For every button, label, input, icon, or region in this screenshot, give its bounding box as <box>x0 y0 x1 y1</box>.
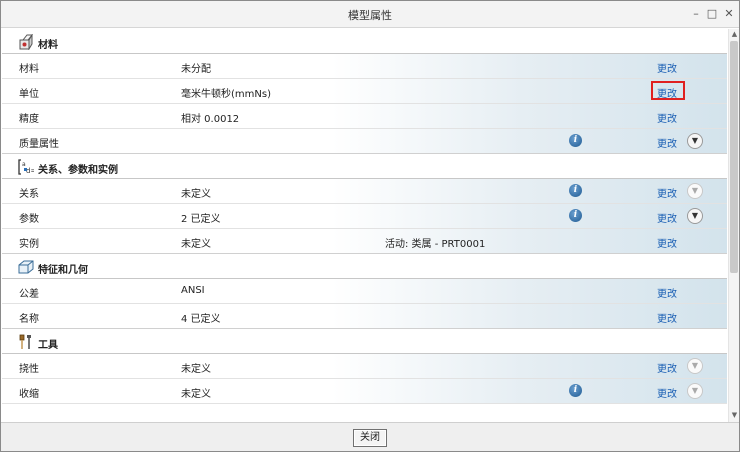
row-label: 参数 <box>19 214 39 225</box>
row-mass-properties: 质量属性 i 更改 ▼ <box>2 129 727 154</box>
row-label: 精度 <box>19 114 39 125</box>
section-title-materials: 材料 <box>38 40 58 51</box>
row-tolerance: 公差 ANSI 更改 <box>2 279 727 304</box>
scroll-down-icon[interactable]: ▼ <box>730 411 739 420</box>
change-material-link[interactable]: 更改 <box>657 60 677 75</box>
row-label: 实例 <box>19 239 39 250</box>
info-icon[interactable]: i <box>569 384 582 397</box>
features-icon <box>18 260 34 274</box>
change-accuracy-link[interactable]: 更改 <box>657 110 677 125</box>
dialog-footer: 关闭 <box>1 422 739 451</box>
section-title-tools: 工具 <box>38 340 58 351</box>
row-label: 挠性 <box>19 364 39 375</box>
expand-chevron-icon[interactable]: ▼ <box>687 183 703 199</box>
row-names: 名称 4 已定义 更改 <box>2 304 727 329</box>
row-value: 毫米牛顿秒(mmNs) <box>181 89 271 100</box>
section-tools: 工具 <box>2 329 727 354</box>
row-label: 公差 <box>19 289 39 300</box>
relations-icon: a d= <box>18 159 34 175</box>
title-bar[interactable]: 模型属性 – □ ✕ <box>1 1 739 28</box>
row-value: 2 已定义 <box>181 214 221 225</box>
close-button[interactable]: 关闭 <box>353 429 387 447</box>
change-flexibility-link[interactable]: 更改 <box>657 360 677 375</box>
expand-chevron-icon[interactable]: ▼ <box>687 208 703 224</box>
scroll-up-icon[interactable]: ▲ <box>730 30 739 39</box>
section-materials: 材料 <box>2 29 727 54</box>
row-material: 材料 未分配 更改 <box>2 54 727 79</box>
row-shrinkage: 收缩 未定义 i 更改 ▼ <box>2 379 727 404</box>
row-label: 单位 <box>19 89 39 100</box>
row-label: 收缩 <box>19 389 39 400</box>
section-title-relations: 关系、参数和实例 <box>38 165 118 176</box>
change-shrinkage-link[interactable]: 更改 <box>657 385 677 400</box>
row-accuracy: 精度 相对 0.0012 更改 <box>2 104 727 129</box>
properties-panel: 材料 材料 未分配 更改 单位 毫米牛顿秒(mmNs) 更改 精度 相对 0.0… <box>2 29 727 422</box>
row-value: 未定义 <box>181 389 211 400</box>
minimize-icon[interactable]: – <box>689 7 703 21</box>
row-value: 4 已定义 <box>181 314 221 325</box>
row-parameters: 参数 2 已定义 i 更改 ▼ <box>2 204 727 229</box>
row-units: 单位 毫米牛顿秒(mmNs) 更改 <box>2 79 727 104</box>
change-mass-properties-link[interactable]: 更改 <box>657 135 677 150</box>
section-title-features: 特征和几何 <box>38 265 88 276</box>
row-value: 未定义 <box>181 364 211 375</box>
expand-chevron-icon[interactable]: ▼ <box>687 358 703 374</box>
section-relations: a d= 关系、参数和实例 <box>2 154 727 179</box>
scrollbar-thumb[interactable] <box>730 41 738 273</box>
material-icon <box>19 34 34 50</box>
tools-icon <box>19 334 31 349</box>
info-icon[interactable]: i <box>569 184 582 197</box>
row-label: 材料 <box>19 64 39 75</box>
row-instances: 实例 未定义 活动: 类属 - PRT0001 更改 <box>2 229 727 254</box>
row-value: ANSI <box>181 285 205 296</box>
row-relations: 关系 未定义 i 更改 ▼ <box>2 179 727 204</box>
row-value: 未定义 <box>181 189 211 200</box>
info-icon[interactable]: i <box>569 209 582 222</box>
row-value: 未分配 <box>181 64 211 75</box>
vertical-scrollbar[interactable]: ▲ ▼ <box>728 29 739 422</box>
row-label: 名称 <box>19 314 39 325</box>
row-flexibility: 挠性 未定义 更改 ▼ <box>2 354 727 379</box>
maximize-icon[interactable]: □ <box>705 7 719 21</box>
row-label: 关系 <box>19 189 39 200</box>
change-names-link[interactable]: 更改 <box>657 310 677 325</box>
row-value: 未定义 <box>181 239 211 250</box>
row-label: 质量属性 <box>19 139 59 150</box>
row-value: 相对 0.0012 <box>181 114 240 125</box>
svg-text:d=: d= <box>26 167 34 175</box>
dialog-title: 模型属性 <box>348 9 392 22</box>
expand-chevron-icon[interactable]: ▼ <box>687 133 703 149</box>
change-tolerance-link[interactable]: 更改 <box>657 285 677 300</box>
change-parameters-link[interactable]: 更改 <box>657 210 677 225</box>
section-features: 特征和几何 <box>2 254 727 279</box>
change-relations-link[interactable]: 更改 <box>657 185 677 200</box>
change-instances-link[interactable]: 更改 <box>657 235 677 250</box>
info-icon[interactable]: i <box>569 134 582 147</box>
model-properties-dialog: 模型属性 – □ ✕ 材料 材料 未分配 更改 单位 毫米牛顿秒(mmNs) 更… <box>0 0 740 452</box>
expand-chevron-icon[interactable]: ▼ <box>687 383 703 399</box>
close-icon[interactable]: ✕ <box>722 7 736 21</box>
active-instance-text: 活动: 类属 - PRT0001 <box>385 239 486 250</box>
change-units-link[interactable]: 更改 <box>651 81 685 100</box>
